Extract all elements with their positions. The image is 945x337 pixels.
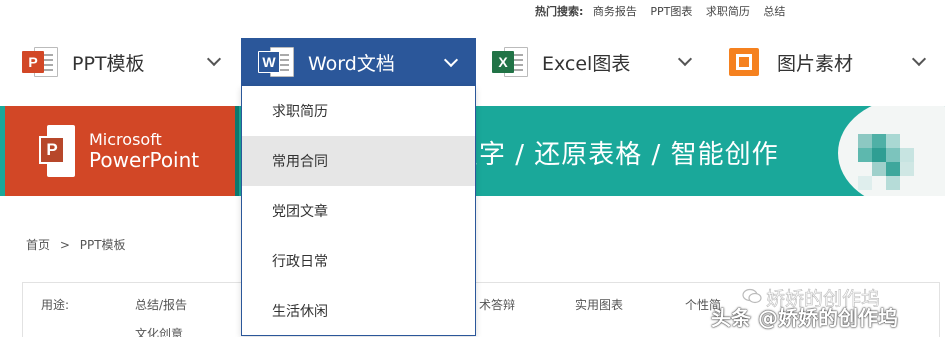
dropdown-item[interactable]: 求职简历	[242, 86, 475, 136]
nav-label: 图片素材	[777, 52, 854, 75]
dropdown-item[interactable]: 行政日常	[242, 236, 475, 286]
hot-search-link[interactable]: PPT图表	[650, 5, 692, 18]
hot-search-label: 热门搜索:	[535, 5, 584, 18]
powerpoint-icon: P	[39, 125, 75, 177]
filter-option[interactable]: 文化创意	[135, 325, 183, 337]
nav-label: Word文档	[308, 52, 395, 75]
image-icon	[727, 44, 763, 80]
hot-search-link[interactable]: 求职简历	[706, 5, 750, 18]
chevron-down-icon	[443, 52, 459, 68]
banner-slogan: 识字 / 还原表格 / 智能创作	[452, 140, 779, 170]
hot-search-bar: 热门搜索: 商务报告 PPT图表 求职简历 总结	[535, 3, 795, 19]
category-nav: P PPT模板 W Word文档 X Excel图表 图片素材	[0, 38, 945, 86]
watermark-line2: 头条 @娇娇的创作坞	[711, 306, 898, 330]
hot-search-link[interactable]: 商务报告	[593, 5, 637, 18]
filter-label: 用途:	[41, 298, 70, 312]
nav-item-ppt[interactable]: P PPT模板	[22, 38, 232, 86]
word-icon: W	[258, 44, 294, 80]
breadcrumb-home[interactable]: 首页	[26, 238, 50, 252]
word-dropdown-menu: 求职简历 常用合同 党团文章 行政日常 生活休闲	[241, 86, 476, 336]
filter-option[interactable]: 术答辩	[479, 296, 515, 313]
filter-option[interactable]: 实用图表	[575, 296, 623, 313]
chevron-down-icon	[206, 51, 222, 67]
powerpoint-icon: P	[22, 44, 58, 80]
nav-item-excel[interactable]: X Excel图表	[492, 38, 702, 86]
dropdown-item[interactable]: 常用合同	[242, 136, 475, 186]
nav-item-word[interactable]: W Word文档	[241, 38, 476, 86]
banner-product-prefix: Microsoft	[89, 130, 162, 150]
excel-icon: X	[492, 44, 528, 80]
hot-search-link[interactable]: 总结	[763, 5, 785, 18]
nav-label: Excel图表	[542, 52, 631, 75]
banner-avatar-image	[838, 106, 945, 196]
breadcrumb-separator: >	[59, 238, 70, 252]
banner-product-name: PowerPoint	[89, 147, 200, 172]
powerpoint-banner-logo: P Microsoft PowerPoint	[5, 106, 235, 196]
filter-option[interactable]: 总结/报告	[135, 296, 187, 313]
nav-label: PPT模板	[72, 52, 145, 75]
chevron-down-icon	[911, 51, 927, 67]
dropdown-item[interactable]: 党团文章	[242, 186, 475, 236]
breadcrumb: 首页 > PPT模板	[26, 236, 132, 253]
nav-item-images[interactable]: 图片素材	[727, 38, 937, 86]
dropdown-item[interactable]: 生活休闲	[242, 286, 475, 336]
chevron-down-icon	[677, 51, 693, 67]
breadcrumb-current: PPT模板	[79, 238, 126, 252]
